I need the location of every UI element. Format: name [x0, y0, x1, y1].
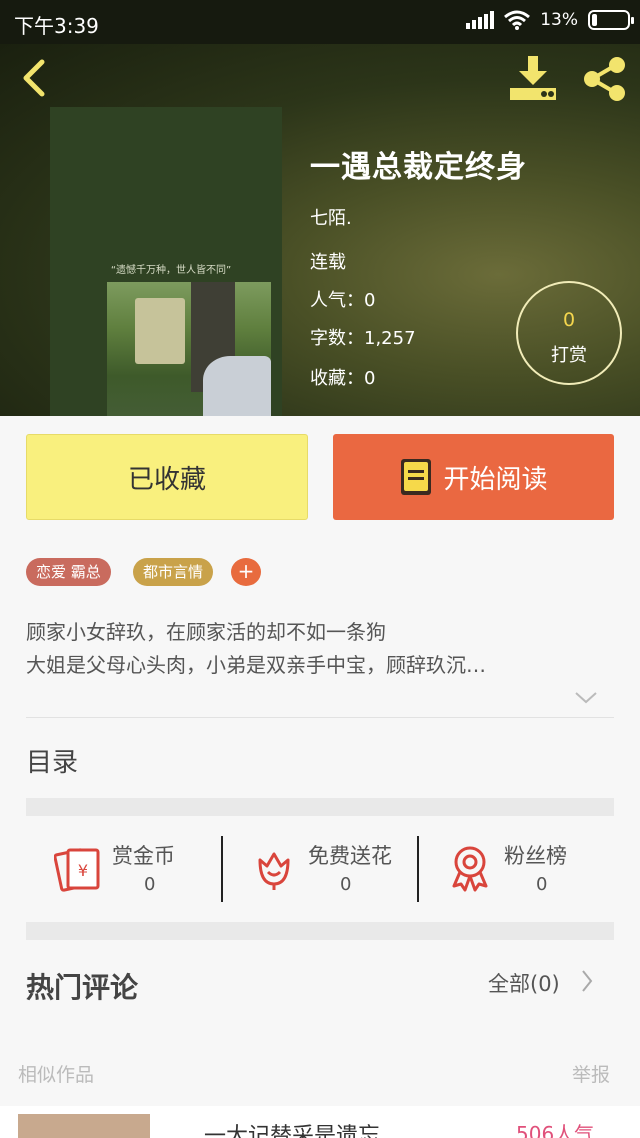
all-comments-link[interactable]: 全部(0) — [488, 968, 560, 998]
cover-photo — [107, 282, 271, 416]
section-divider — [26, 798, 614, 816]
chevron-down-icon[interactable] — [574, 690, 598, 706]
battery-percent: 13% — [540, 10, 578, 30]
reward-button[interactable]: 0 打赏 — [516, 281, 622, 385]
start-reading-button[interactable]: 开始阅读 — [333, 434, 614, 520]
book-word-count: 字数：1,257 — [310, 328, 416, 349]
signal-icon — [466, 11, 495, 29]
red-envelope-icon: ¥ — [54, 848, 100, 892]
book-cover: “遗憾千万种，世人皆不同” — [50, 107, 282, 416]
stat-label: 赏金币 — [112, 844, 175, 868]
stat-fans[interactable]: 粉丝榜 0 — [418, 836, 614, 902]
favorited-button[interactable]: 已收藏 — [26, 434, 308, 520]
book-status: 连载 — [310, 252, 346, 273]
status-time: 下午3:39 — [14, 14, 99, 38]
flower-icon — [258, 852, 290, 890]
status-bar: 下午3:39 13% — [0, 0, 640, 44]
synopsis-line: 顾家小女辞玖，在顾家活的却不如一条狗 — [26, 620, 386, 644]
download-icon[interactable] — [506, 54, 560, 102]
start-reading-label: 开始阅读 — [443, 464, 548, 495]
similar-work-thumbnail — [18, 1114, 150, 1138]
stat-label: 粉丝榜 — [504, 844, 567, 868]
stat-value: 0 — [340, 874, 352, 895]
favorited-label: 已收藏 — [127, 464, 206, 495]
similar-work-popularity: 506人气 — [516, 1122, 595, 1138]
medal-icon — [452, 846, 488, 892]
similar-works-title: 相似作品 — [18, 1064, 95, 1086]
synopsis[interactable]: 顾家小女辞玖，在顾家活的却不如一条狗 大姐是父母心头肉，小弟是双亲手中宝，顾辞玖… — [26, 616, 616, 682]
report-link[interactable]: 举报 — [572, 1060, 610, 1087]
svg-text:¥: ¥ — [78, 861, 88, 880]
similar-work-title: ……一大记替采是遗忘…… — [160, 1124, 425, 1138]
similar-work-item[interactable]: ……一大记替采是遗忘…… 506人气 — [0, 1106, 640, 1138]
divider — [26, 717, 614, 718]
reward-label: 打赏 — [551, 345, 587, 366]
table-of-contents[interactable]: 目录 — [26, 742, 78, 779]
hot-comments-title: 热门评论 — [26, 971, 139, 1004]
cover-caption: “遗憾千万种，世人皆不同” — [110, 265, 232, 276]
chevron-right-icon[interactable] — [580, 968, 594, 994]
book-header: “遗憾千万种，世人皆不同” 一遇总裁定终身 七陌. 连载 人气：0 字数：1,2… — [0, 44, 640, 416]
book-favorites: 收藏：0 — [310, 368, 376, 389]
stat-label: 免费送花 — [308, 844, 392, 868]
synopsis-line: 大姐是父母心头肉，小弟是双亲手中宝，顾辞玖沉… — [26, 653, 486, 677]
tag-urban[interactable]: 都市言情 — [133, 558, 214, 586]
wifi-icon — [504, 10, 531, 30]
book-title: 一遇总裁定终身 — [310, 150, 527, 185]
tag-romance[interactable]: 恋爱 霸总 — [26, 558, 111, 586]
add-tag-button[interactable]: + — [231, 558, 261, 586]
share-icon[interactable] — [580, 56, 628, 102]
section-divider — [26, 922, 614, 940]
back-icon[interactable] — [16, 58, 56, 98]
stat-value: 0 — [536, 874, 548, 895]
book-icon — [401, 459, 432, 495]
stat-flowers[interactable]: 免费送花 0 — [222, 836, 418, 902]
stats-row: ¥ 赏金币 0 免费送花 0 粉丝榜 0 — [26, 816, 614, 922]
battery-icon — [588, 10, 634, 30]
book-detail-panel: 已收藏 开始阅读 恋爱 霸总 都市言情 + 顾家小女辞玖，在顾家活的却不如一条狗… — [0, 416, 640, 1138]
book-popularity: 人气：0 — [310, 290, 376, 311]
stat-value: 0 — [144, 874, 156, 895]
stat-coins[interactable]: ¥ 赏金币 0 — [26, 836, 222, 902]
book-author[interactable]: 七陌. — [310, 204, 352, 230]
reward-count: 0 — [562, 309, 576, 331]
